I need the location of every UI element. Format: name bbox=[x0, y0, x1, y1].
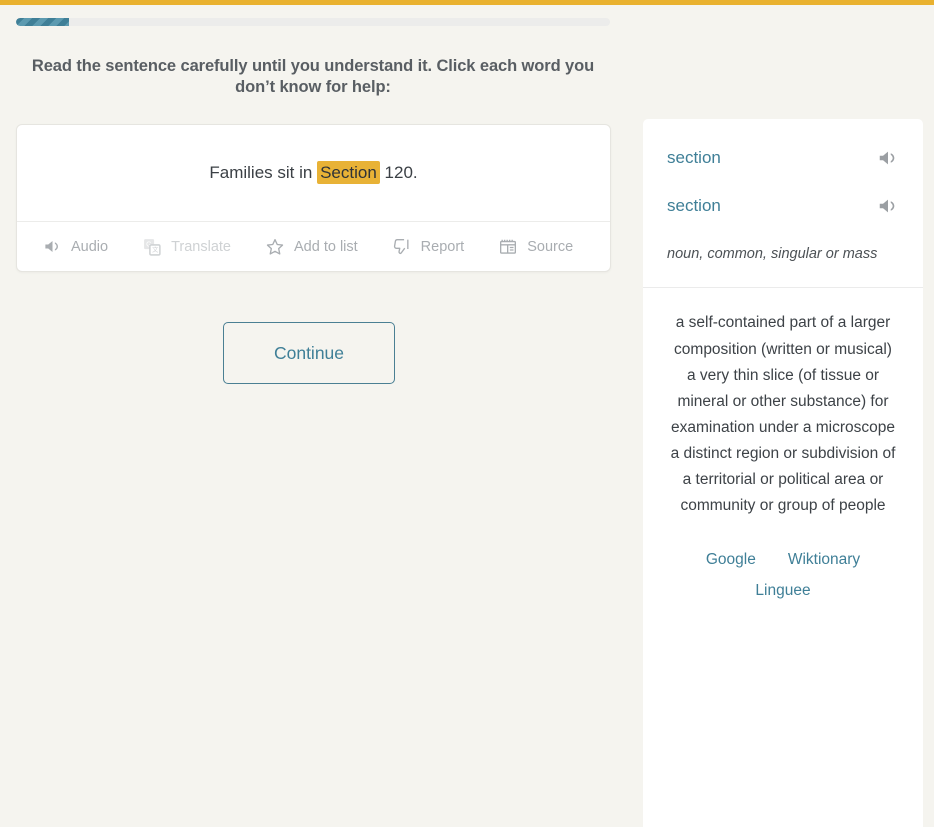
external-link-wiktionary[interactable]: Wiktionary bbox=[788, 551, 860, 569]
toolbar-item-label: Source bbox=[527, 238, 574, 255]
newspaper-icon bbox=[498, 237, 518, 257]
sentence-card: Families sit in Section 120. Audio G 文 Tran… bbox=[16, 124, 611, 272]
definition-item: a self-contained part of a larger compos… bbox=[674, 314, 892, 358]
speaker-icon[interactable] bbox=[877, 147, 899, 169]
sentence-word[interactable]: 120. bbox=[385, 163, 418, 182]
lemma-row: section bbox=[667, 195, 899, 217]
toolbar-source-button[interactable]: Source bbox=[498, 237, 573, 257]
external-link-linguee[interactable]: Linguee bbox=[755, 582, 810, 600]
toolbar-audio-button[interactable]: Audio bbox=[43, 237, 108, 256]
instruction-text: Read the sentence carefully until you un… bbox=[31, 57, 595, 96]
definition-item: a very thin slice (of tissue or mineral … bbox=[670, 366, 895, 436]
toolbar-item-label: Translate bbox=[171, 238, 231, 255]
star-icon bbox=[265, 237, 285, 257]
toolbar-item-label: Report bbox=[420, 238, 465, 255]
speaker-icon[interactable] bbox=[877, 195, 899, 217]
continue-button[interactable]: Continue bbox=[223, 322, 395, 384]
toolbar-translate-button[interactable]: G 文 Translate bbox=[142, 237, 231, 257]
toolbar-add-to-list-button[interactable]: Add to list bbox=[265, 237, 358, 257]
headword-row: section bbox=[667, 147, 899, 169]
external-links: Google Wiktionary Linguee bbox=[643, 551, 923, 600]
main-content-column: Read the sentence carefully until you un… bbox=[0, 0, 626, 827]
definition-item: a distinct region or subdivision of a te… bbox=[670, 444, 896, 514]
thumbs-down-icon bbox=[392, 237, 412, 257]
definitions-list: a self-contained part of a larger compos… bbox=[643, 288, 923, 518]
word-header-section: section section noun, common, singular o… bbox=[643, 119, 923, 289]
svg-text:文: 文 bbox=[152, 245, 159, 254]
sentence-word[interactable]: in bbox=[299, 163, 312, 182]
toolbar-report-button[interactable]: Report bbox=[392, 237, 465, 257]
google-translate-icon: G文 bbox=[142, 237, 162, 257]
part-of-speech: noun, common, singular or mass bbox=[667, 246, 878, 262]
sentence-word[interactable]: Families bbox=[209, 163, 272, 182]
toolbar-item-label: Add to list bbox=[294, 238, 358, 255]
sentence-text[interactable]: Families sit in Section 120. bbox=[209, 160, 418, 186]
sentence-word[interactable]: sit bbox=[277, 163, 294, 182]
sentence-toolbar: Audio G 文 Translate Add to list Report Source bbox=[17, 221, 610, 271]
headword-link[interactable]: section bbox=[667, 148, 721, 168]
sentence-body: Families sit in Section 120. bbox=[17, 125, 610, 221]
external-link-google[interactable]: Google bbox=[706, 551, 756, 569]
external-links-row-1: Google Wiktionary bbox=[665, 551, 901, 569]
lemma-link[interactable]: section bbox=[667, 196, 721, 216]
toolbar-item-label: Audio bbox=[71, 238, 109, 255]
sentence-word[interactable]: Section bbox=[317, 160, 380, 184]
external-links-row-2: Linguee bbox=[665, 582, 901, 600]
word-help-panel: section section noun, common, singular o… bbox=[643, 119, 923, 827]
speaker-icon bbox=[43, 237, 62, 256]
